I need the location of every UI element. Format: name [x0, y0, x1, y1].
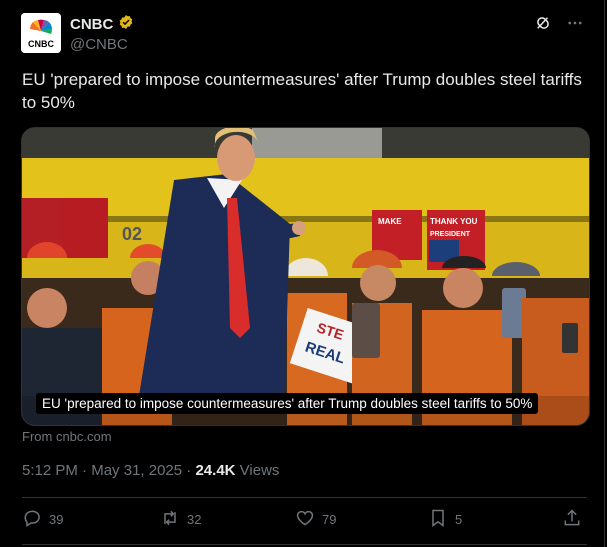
meta-separator: · — [82, 462, 92, 479]
share-icon — [562, 508, 582, 531]
tweet: CNBC CNBC @CNBC EU 'prepared to impose c… — [0, 0, 605, 547]
views-label: Views — [239, 462, 280, 479]
like-count: 79 — [322, 512, 337, 527]
sign-president: PRESIDENT — [430, 231, 471, 238]
bookmark-icon — [428, 508, 448, 531]
like-button[interactable]: 79 — [295, 508, 336, 531]
more-icon[interactable] — [566, 14, 584, 37]
verified-badge-icon — [118, 14, 134, 35]
top-icons — [534, 14, 584, 37]
grok-icon[interactable] — [534, 14, 552, 37]
divider — [22, 544, 587, 545]
reply-icon — [22, 508, 42, 531]
tweet-meta: 5:12 PM · May 31, 2025 · 24.4K Views — [22, 462, 279, 479]
tweet-date[interactable]: May 31, 2025 — [91, 462, 182, 479]
sign-02: 02 — [122, 224, 142, 244]
views-count: 24.4K — [195, 462, 236, 479]
logo-text: CNBC — [28, 39, 54, 49]
bookmark-count: 5 — [455, 512, 463, 527]
action-bar: 39 32 79 5 — [22, 508, 590, 536]
repost-button[interactable]: 32 — [160, 508, 201, 531]
sign-make: MAKE — [378, 217, 402, 226]
share-button[interactable] — [562, 508, 582, 531]
display-name[interactable]: CNBC — [70, 16, 113, 33]
handle[interactable]: @CNBC — [70, 36, 128, 53]
tweet-time[interactable]: 5:12 PM — [22, 462, 78, 479]
name-row: CNBC — [70, 14, 134, 35]
photo-illustration: 02 MAKE THANK YOU PRESIDENT STE REAL — [22, 128, 589, 425]
reply-count: 39 — [49, 512, 64, 527]
sign-thank-you: THANK YOU — [430, 217, 478, 226]
source-link[interactable]: From cnbc.com — [22, 429, 112, 444]
divider — [22, 497, 587, 498]
media-image[interactable]: 02 MAKE THANK YOU PRESIDENT STE REAL EU … — [21, 127, 590, 426]
repost-count: 32 — [187, 512, 202, 527]
tweet-text: EU 'prepared to impose countermeasures' … — [22, 70, 582, 112]
media-caption: EU 'prepared to impose countermeasures' … — [36, 393, 539, 414]
repost-icon — [160, 508, 180, 531]
bookmark-button[interactable]: 5 — [428, 508, 462, 531]
reply-button[interactable]: 39 — [22, 508, 63, 531]
like-icon — [295, 508, 315, 531]
avatar[interactable]: CNBC — [21, 13, 61, 53]
